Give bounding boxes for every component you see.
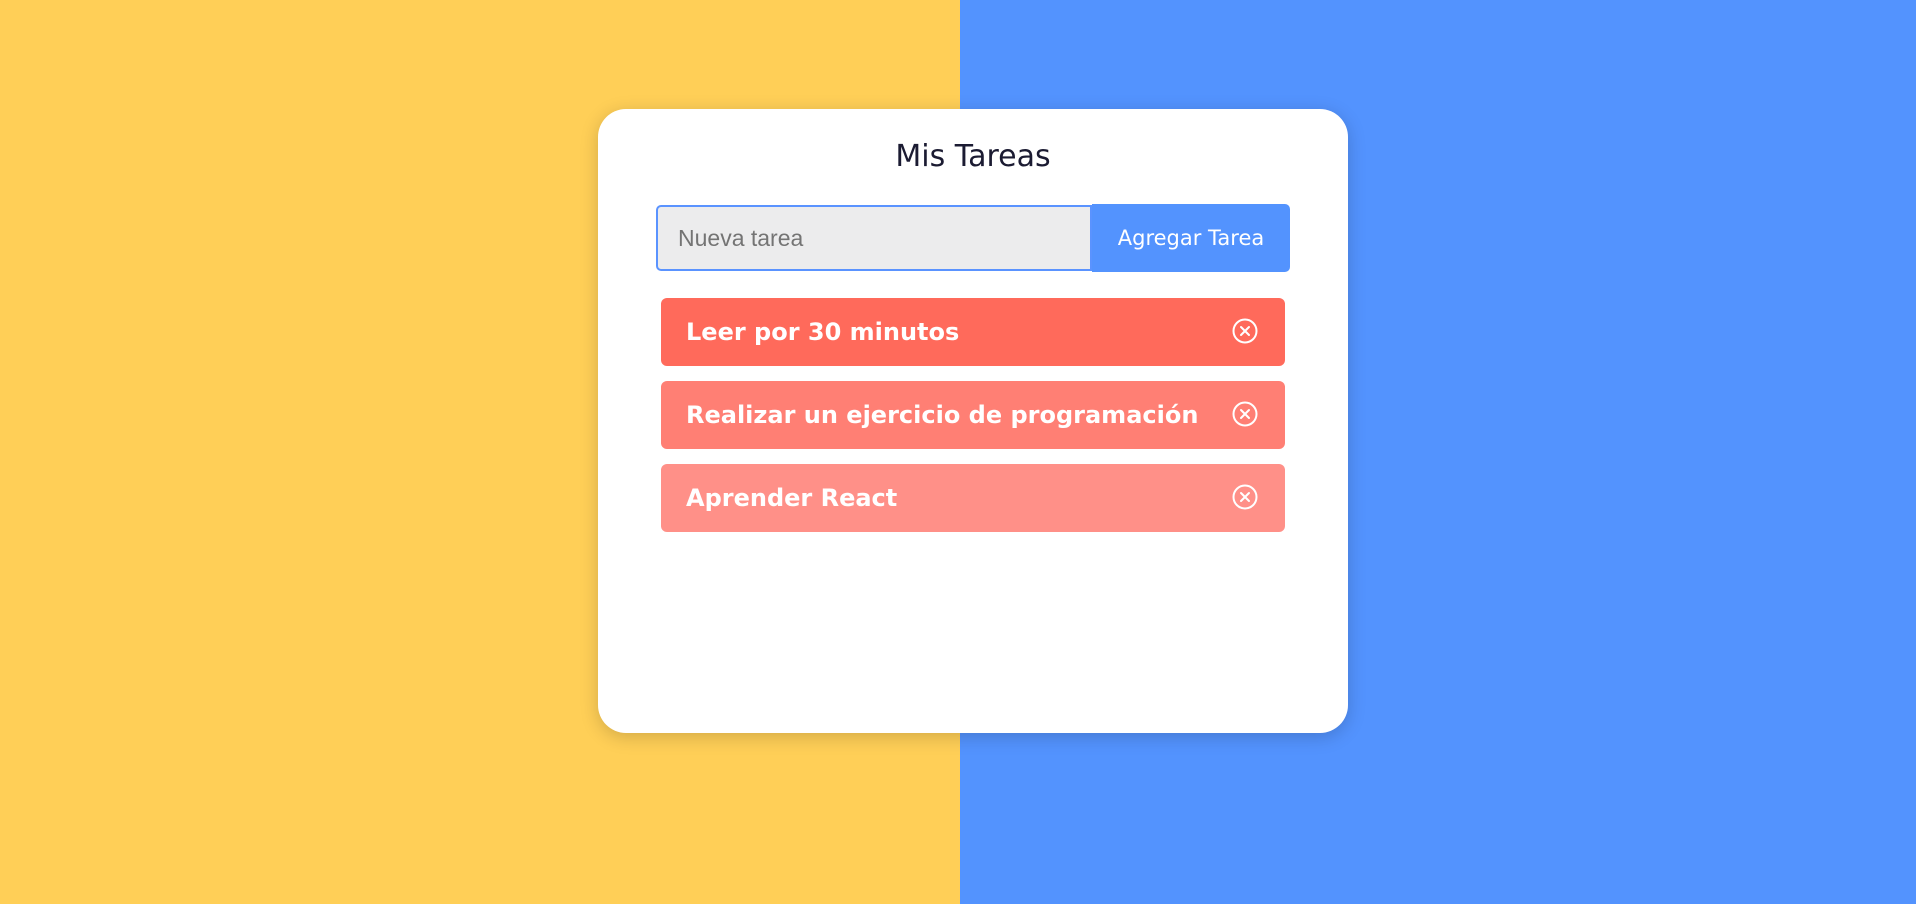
circle-x-icon[interactable] xyxy=(1231,317,1259,345)
circle-x-icon[interactable] xyxy=(1231,483,1259,511)
task-text: Leer por 30 minutos xyxy=(686,318,960,346)
task-item[interactable]: Leer por 30 minutos xyxy=(661,298,1285,366)
add-task-button[interactable]: Agregar Tarea xyxy=(1092,204,1290,272)
new-task-input[interactable] xyxy=(656,205,1092,271)
task-form: Agregar Tarea xyxy=(656,204,1290,272)
app-title: Mis Tareas xyxy=(895,139,1051,174)
page: Mis Tareas Agregar Tarea Leer por 30 min… xyxy=(0,0,1916,904)
task-list: Leer por 30 minutos Realizar un ejercici… xyxy=(661,298,1285,547)
task-item[interactable]: Aprender React xyxy=(661,464,1285,532)
task-text: Aprender React xyxy=(686,484,898,512)
task-text: Realizar un ejercicio de programación xyxy=(686,401,1199,429)
task-app-card: Mis Tareas Agregar Tarea Leer por 30 min… xyxy=(598,109,1348,733)
task-item[interactable]: Realizar un ejercicio de programación xyxy=(661,381,1285,449)
circle-x-icon[interactable] xyxy=(1231,400,1259,428)
